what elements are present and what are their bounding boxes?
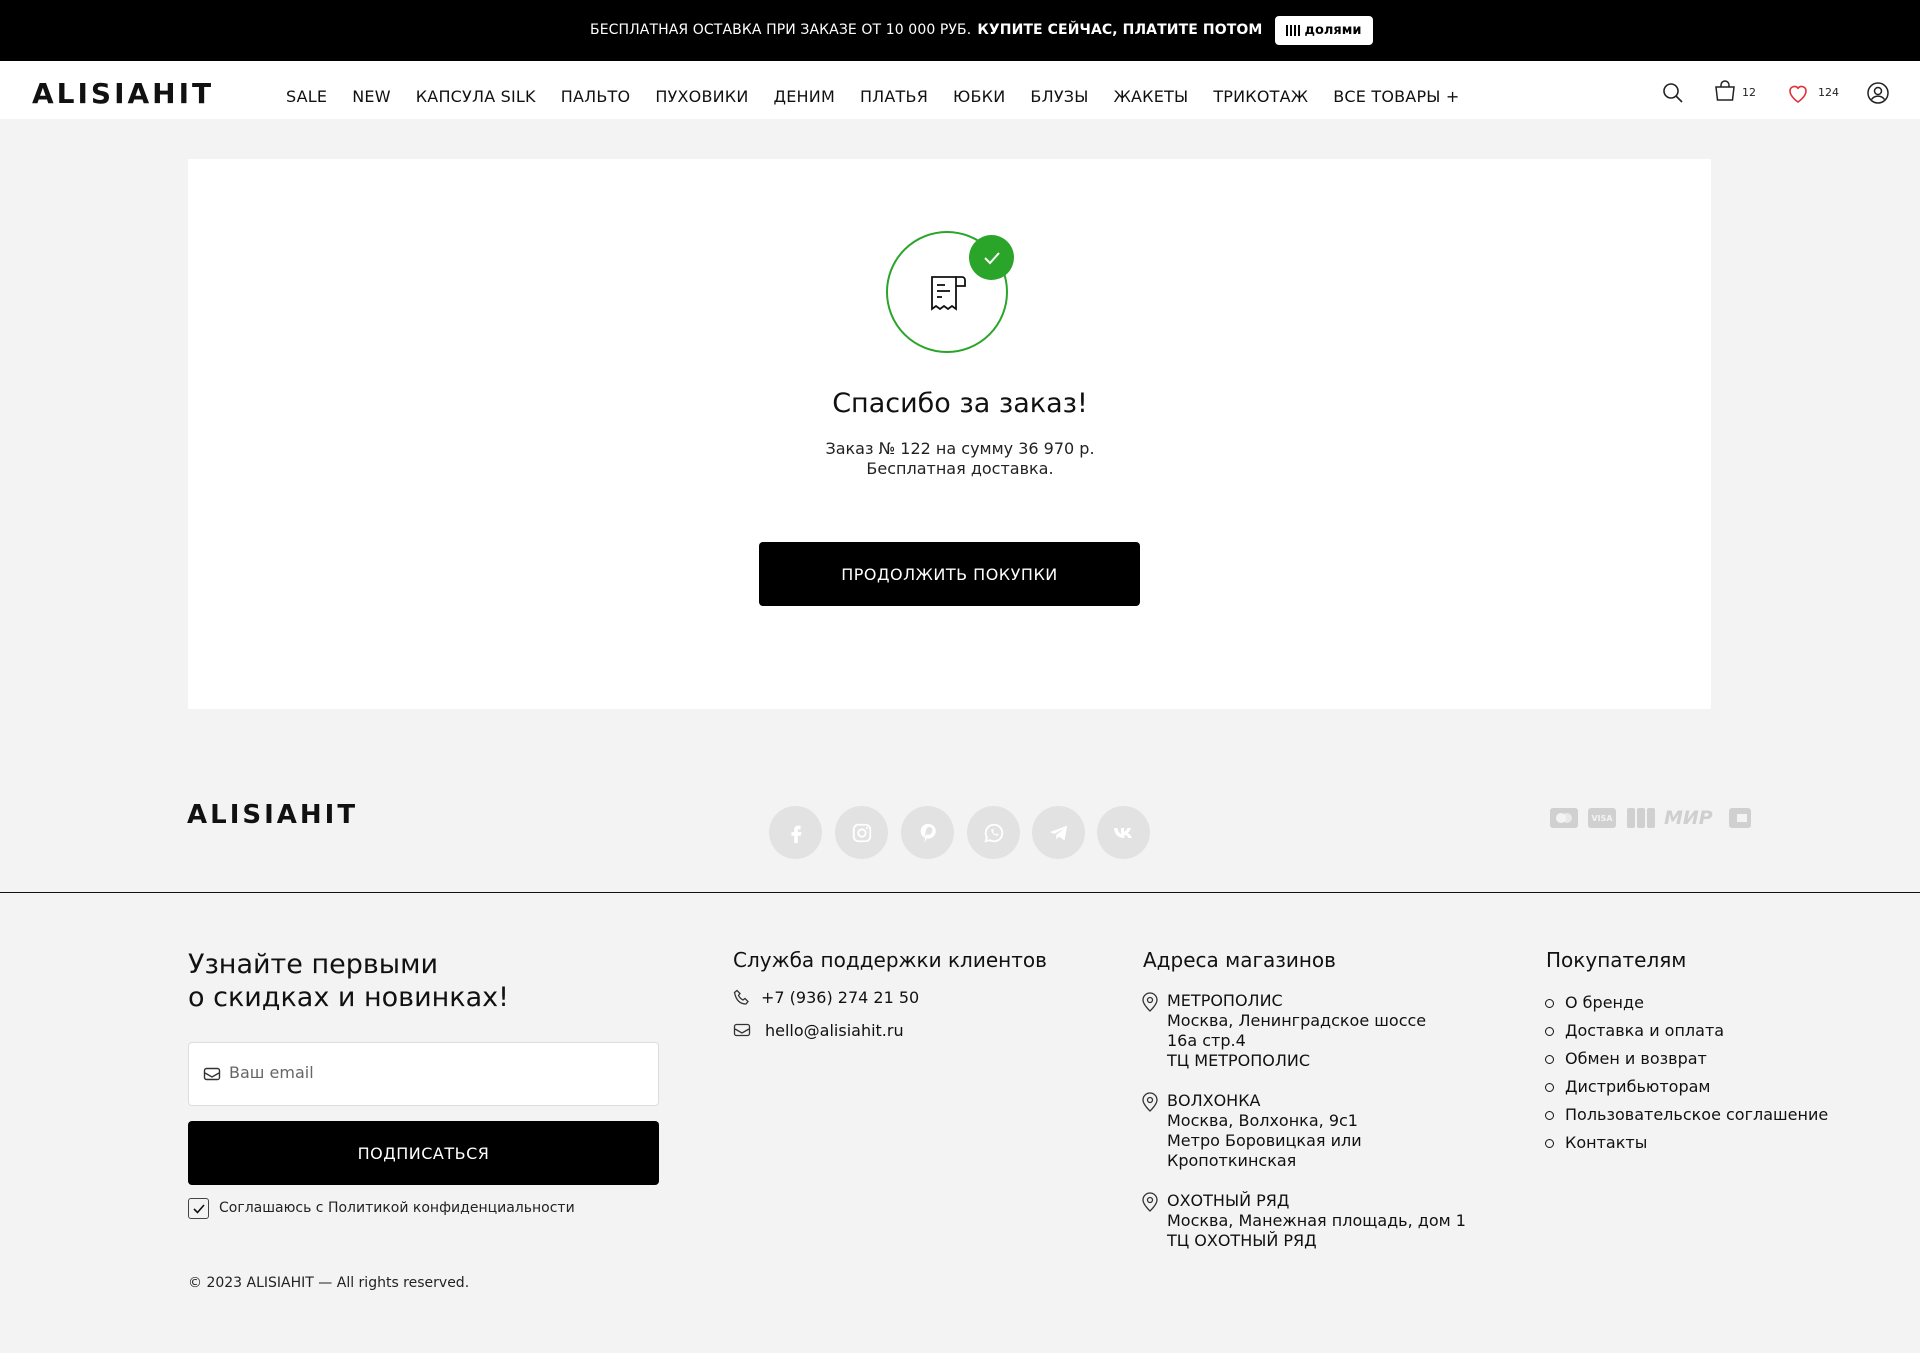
subscribe-title: Узнайте первыми о скидках и новинках! [188,949,509,1013]
cart-icon[interactable] [1713,79,1737,103]
consent-checkbox[interactable] [188,1198,209,1219]
facebook-icon[interactable] [769,806,822,859]
nav-item-skirts[interactable]: ЮБКИ [953,87,1005,106]
phone-icon [733,989,749,1005]
buyers-links: О бренде Доставка и оплата Обмен и возвр… [1545,993,1828,1161]
continue-shopping-button[interactable]: ПРОДОЛЖИТЬ ПОКУПКИ [759,542,1140,606]
support-phone[interactable]: +7 (936) 274 21 50 [761,988,919,1007]
nav-item-all[interactable]: ВСЕ ТОВАРЫ + [1333,87,1459,106]
nav-item-blouses[interactable]: БЛУЗЫ [1030,87,1088,106]
promo-bar: БЕСПЛАТНАЯ ОСТАВКА ПРИ ЗАКАЗЕ ОТ 10 000 … [0,0,1920,61]
mail-icon [203,1067,221,1081]
promo-message: БЕСПЛАТНАЯ ОСТАВКА ПРИ ЗАКАЗЕ ОТ 10 000 … [590,22,972,38]
link-distributors[interactable]: Дистрибьюторам [1545,1077,1828,1096]
store-volkhonka: ВОЛХОНКА Москва, Волхонка, 9с1 Метро Бор… [1167,1091,1362,1170]
nav-item-jackets[interactable]: ЖАКЕТЫ [1114,87,1189,106]
mail-icon [733,1023,751,1037]
location-icon [1142,1092,1158,1112]
footer-divider [0,892,1920,893]
link-contacts[interactable]: Контакты [1545,1133,1828,1152]
nav-item-knitwear[interactable]: ТРИКОТАЖ [1213,87,1308,106]
nav-item-denim[interactable]: ДЕНИМ [774,87,835,106]
link-returns[interactable]: Обмен и возврат [1545,1049,1828,1068]
link-terms[interactable]: Пользовательское соглашение [1545,1105,1828,1124]
location-icon [1142,1192,1158,1212]
pinterest-icon[interactable] [901,806,954,859]
store-okhotny-ryad: ОХОТНЫЙ РЯД Москва, Манежная площадь, до… [1167,1191,1466,1250]
link-about[interactable]: О бренде [1545,993,1828,1012]
subscribe-button[interactable]: ПОДПИСАТЬСЯ [188,1121,659,1185]
support-email[interactable]: hello@alisiahit.ru [765,1021,904,1040]
header-logo[interactable]: ALISIAHIT [32,77,214,110]
success-check-icon [969,235,1014,280]
main-nav: SALE NEW КАПСУЛА SILK ПАЛЬТО ПУХОВИКИ ДЕ… [286,87,1485,106]
wishlist-count: 124 [1818,86,1839,99]
heart-icon[interactable] [1786,81,1810,105]
vk-icon[interactable] [1097,806,1150,859]
visa-icon: VISA [1588,808,1616,828]
consent-label[interactable]: Соглашаюсь с Политикой конфиденциальност… [219,1200,575,1216]
dolyami-badge[interactable]: долями [1275,16,1373,45]
store-metropolis: МЕТРОПОЛИС Москва, Ленинградское шоссе 1… [1167,991,1427,1070]
dolyami-icon [1286,25,1301,36]
nav-item-new[interactable]: NEW [352,87,391,106]
user-icon[interactable] [1866,81,1890,105]
nav-item-silk[interactable]: КАПСУЛА SILK [416,87,536,106]
link-delivery[interactable]: Доставка и оплата [1545,1021,1828,1040]
site-header: ALISIAHIT SALE NEW КАПСУЛА SILK ПАЛЬТО П… [0,61,1920,119]
checkmark-icon [192,1203,205,1214]
card-icon [1729,808,1751,828]
buyers-title: Покупателям [1546,948,1687,972]
footer-logo[interactable]: ALISIAHIT [187,800,358,830]
mir-icon: МИР [1664,807,1713,829]
telegram-icon[interactable] [1032,806,1085,859]
cart-count: 12 [1742,86,1756,99]
instagram-icon[interactable] [835,806,888,859]
email-input[interactable] [229,1063,629,1082]
support-title: Служба поддержки клиентов [733,948,1047,972]
nav-item-down-jackets[interactable]: ПУХОВИКИ [655,87,748,106]
nav-item-dresses[interactable]: ПЛАТЬЯ [860,87,928,106]
mastercard-icon [1550,808,1578,828]
stores-title: Адреса магазинов [1143,948,1336,972]
nav-item-sale[interactable]: SALE [286,87,327,106]
receipt-icon [931,276,966,311]
promo-cta[interactable]: КУПИТЕ СЕЙЧАС, ПЛАТИТЕ ПОТОМ [977,22,1262,38]
order-summary: Заказ № 122 на сумму 36 970 р. [825,439,1095,458]
nav-item-coats[interactable]: ПАЛЬТО [561,87,631,106]
delivery-info: Бесплатная доставка. [866,459,1054,478]
dolyami-label: долями [1304,23,1362,38]
location-icon [1142,992,1158,1012]
search-icon[interactable] [1661,81,1685,105]
promo-text: БЕСПЛАТНАЯ ОСТАВКА ПРИ ЗАКАЗЕ ОТ 10 000 … [590,22,1262,38]
email-field[interactable] [188,1042,659,1106]
copyright: © 2023 ALISIAHIT — All rights reserved. [188,1275,470,1291]
thank-you-title: Спасибо за заказ! [832,388,1088,419]
whatsapp-icon[interactable] [967,806,1020,859]
jcb-icon [1627,808,1655,828]
